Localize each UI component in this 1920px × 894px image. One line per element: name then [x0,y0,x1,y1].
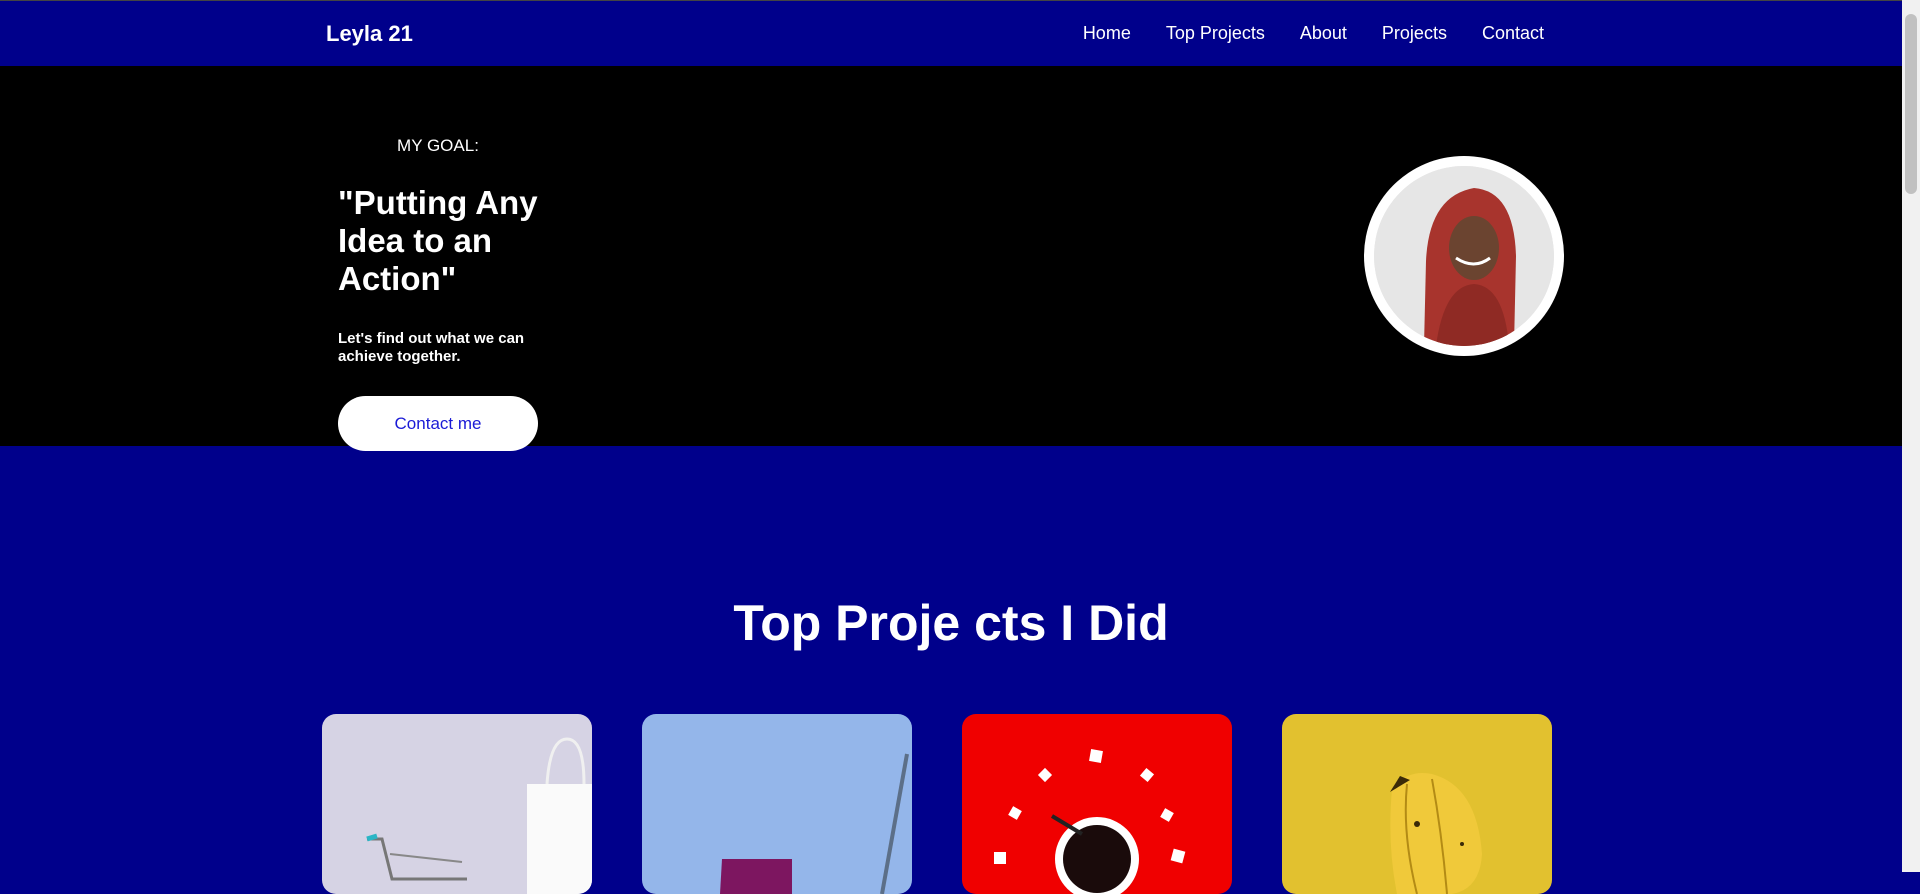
project-card-1[interactable] [322,714,592,894]
hero-section: MY GOAL: "Putting Any Idea to an Action"… [0,66,1902,451]
project-card-4[interactable] [1282,714,1552,894]
hero-subtitle: Let's find out what we can achieve toget… [338,330,525,365]
avatar-portrait-image [1374,166,1554,346]
nav-link-top-projects[interactable]: Top Projects [1166,23,1265,44]
goal-label: MY GOAL: [397,136,479,155]
bananas-yellow-image [1282,714,1552,894]
project-card-3[interactable] [962,714,1232,894]
project-card-2[interactable] [642,714,912,894]
nav-links: Home Top Projects About Projects Contact [1083,23,1544,44]
hero-quote: "Putting Any Idea to an Action" [338,184,538,297]
nav-link-projects[interactable]: Projects [1382,23,1447,44]
shopping-cart-image [322,714,592,894]
section-title: Top Proje cts I Did [733,594,1169,651]
nav-link-contact[interactable]: Contact [1482,23,1544,44]
avatar-frame [1364,156,1564,356]
nav-link-home[interactable]: Home [1083,23,1131,44]
avatar [1374,166,1554,346]
page-scrollbar[interactable] [1902,0,1920,872]
laptop-sky-image [642,714,912,894]
scrollbar-thumb[interactable] [1905,14,1917,194]
brand-logo[interactable]: Leyla 21 [326,21,413,47]
contact-me-button[interactable]: Contact me [338,396,538,451]
nav-link-about[interactable]: About [1300,23,1347,44]
navbar: Leyla 21 Home Top Projects About Project… [0,0,1902,67]
coffee-cup-red-image [962,714,1232,894]
